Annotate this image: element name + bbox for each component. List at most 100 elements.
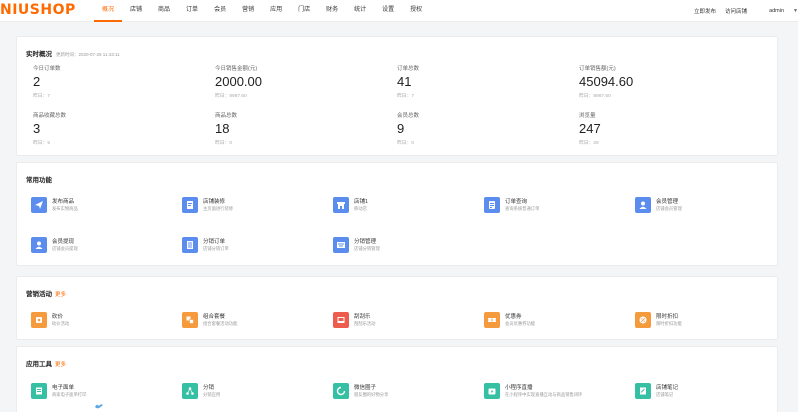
func-store-decorate[interactable]: 店铺装修 主页面进行装修 — [182, 196, 322, 216]
list-icon — [182, 237, 198, 253]
func-desc: 在小程序中实现直播互动与商品销售闭环 — [505, 392, 583, 397]
func-title: 订单查询 — [505, 199, 528, 205]
stat-label: 商品收藏总数 — [33, 113, 67, 119]
stat-goods-favorites: 商品收藏总数 3 昨日：5 — [33, 111, 183, 146]
func-wechat-circle[interactable]: 微信圈子 朋友圈的好物分享 — [333, 382, 473, 402]
func-title: 限时折扣 — [656, 314, 679, 320]
store-icon — [333, 197, 349, 213]
func-store-notes[interactable]: 店铺笔记 店铺笔记 — [635, 382, 775, 402]
nav-item-order[interactable]: 订单 — [178, 0, 206, 22]
send-icon — [31, 197, 47, 213]
func-title: 店铺装修 — [203, 199, 226, 205]
tools-card: 应用工具 更多 电子面单 商家电子面单打印 分销 分销应用 微信圈子 朋友圈的好物… — [16, 346, 778, 412]
func-desc: 主页面进行装修 — [203, 206, 234, 211]
stat-yesterday: 昨日：8987.60 — [579, 94, 611, 99]
func-title: 店铺1 — [354, 199, 369, 205]
func-distribution-order[interactable]: 分销订单 店铺分销订单 — [182, 236, 322, 256]
func-title: 会员管理 — [656, 199, 679, 205]
distribution-icon — [333, 237, 349, 253]
logo[interactable]: NIUSHOP — [0, 2, 76, 18]
order-icon — [484, 197, 500, 213]
func-title: 微信圈子 — [354, 385, 377, 391]
func-title: 会员提现 — [52, 239, 75, 245]
func-member-withdraw[interactable]: 会员提现 店铺会员提现 — [31, 236, 171, 256]
func-title: 分销 — [203, 385, 215, 391]
func-bargain[interactable]: 砍价 砍价活动 — [31, 311, 171, 331]
func-waybill[interactable]: 电子面单 商家电子面单打印 — [31, 382, 171, 402]
stat-value: 2000.00 — [215, 74, 262, 89]
nav-item-apps[interactable]: 应用 — [262, 0, 290, 22]
nav-item-goods[interactable]: 商品 — [150, 0, 178, 22]
nav-item-finance[interactable]: 财务 — [318, 0, 346, 22]
marketing-title-text: 营销活动 — [26, 291, 52, 298]
stat-yesterday: 昨日：7 — [397, 94, 415, 99]
update-time: 更新时间：2020-07-25 11:43:11 — [56, 52, 120, 57]
caret-down-icon: ▼ — [793, 8, 798, 14]
func-coupon[interactable]: 优惠券 会员优惠券功能 — [484, 311, 624, 331]
func-limited-discount[interactable]: 限时折扣 限时折扣功能 — [635, 311, 775, 331]
stat-value: 2 — [33, 74, 41, 89]
func-desc: 商家电子面单打印 — [52, 392, 87, 397]
coupon-icon — [484, 312, 500, 328]
stat-label: 今日销售金额(元) — [215, 66, 258, 72]
stat-yesterday: 昨日：29 — [579, 141, 599, 146]
stat-value: 45094.60 — [579, 74, 634, 89]
stat-value: 247 — [579, 121, 601, 136]
func-desc: 店铺会员管理 — [656, 206, 682, 211]
discount-icon — [635, 312, 651, 328]
realtime-card: 实时概况 更新时间：2020-07-25 11:43:11 今日订单数 2 昨日：… — [16, 36, 778, 156]
func-publish-goods[interactable]: 发布商品 发布实物商品 — [31, 196, 171, 216]
func-desc: 砍价活动 — [52, 321, 70, 326]
func-title: 电子面单 — [52, 385, 75, 391]
func-desc: 查询系统普通订单 — [505, 206, 540, 211]
stat-today-sales: 今日销售金额(元) 2000.00 昨日：8987.60 — [215, 64, 365, 99]
publish-link[interactable]: 立即发布 — [694, 7, 716, 15]
func-distribution-manage[interactable]: 分销管理 店铺分销管理 — [333, 236, 473, 256]
marketing-card: 营销活动 更多 砍价 砍价活动 组合套餐 组合套餐活动功能 刮刮乐 刮刮乐活动 优… — [16, 276, 778, 340]
func-desc: 分销应用 — [203, 392, 221, 397]
member-icon — [635, 197, 651, 213]
nav-item-marketing[interactable]: 营销 — [234, 0, 262, 22]
nav-item-settings[interactable]: 设置 — [374, 0, 402, 22]
common-functions-title: 常用功能 — [26, 177, 52, 184]
stat-value: 3 — [33, 121, 41, 136]
realtime-title: 实时概况 更新时间：2020-07-25 11:43:11 — [26, 48, 120, 58]
stat-label: 今日订单数 — [33, 66, 61, 72]
waybill-icon — [31, 383, 47, 399]
tools-more-link[interactable]: 更多 — [55, 362, 66, 368]
nav-item-stats[interactable]: 统计 — [346, 0, 374, 22]
func-member-manage[interactable]: 会员管理 店铺会员管理 — [635, 196, 775, 216]
func-desc: 店铺笔记 — [656, 392, 674, 397]
func-desc: 店铺分销管理 — [354, 246, 380, 251]
func-desc: 店铺分销订单 — [203, 246, 229, 251]
nav-item-license[interactable]: 授权 — [402, 0, 430, 22]
func-combo[interactable]: 组合套餐 组合套餐活动功能 — [182, 311, 322, 331]
stat-label: 会员总数 — [397, 113, 420, 119]
stat-value: 18 — [215, 121, 230, 136]
stat-yesterday: 昨日：0 — [397, 141, 415, 146]
top-right-links: 立即发布 访问店铺 admin ▼ — [685, 0, 798, 22]
nav-item-member[interactable]: 会员 — [206, 0, 234, 22]
func-store[interactable]: 店铺1 移动店 — [333, 196, 473, 216]
bargain-icon — [31, 312, 47, 328]
func-mini-live[interactable]: 小程序直播 在小程序中实现直播互动与商品销售闭环 — [484, 382, 624, 402]
func-scratch[interactable]: 刮刮乐 刮刮乐活动 — [333, 311, 473, 331]
func-title: 分销管理 — [354, 239, 377, 245]
stat-value: 41 — [397, 74, 412, 89]
func-order-query[interactable]: 订单查询 查询系统普通订单 — [484, 196, 624, 216]
func-desc: 会员优惠券功能 — [505, 321, 536, 326]
nav-item-overview[interactable]: 概况 — [94, 0, 123, 22]
scratch-icon — [333, 312, 349, 328]
marketing-more-link[interactable]: 更多 — [55, 292, 66, 298]
func-title: 发布商品 — [52, 199, 75, 205]
nav-item-shops[interactable]: 门店 — [290, 0, 318, 22]
stat-yesterday: 昨日：7 — [33, 94, 51, 99]
user-menu[interactable]: admin ▼ — [769, 8, 798, 14]
nav-item-store[interactable]: 店铺 — [122, 0, 150, 22]
stat-label: 商品总数 — [215, 113, 238, 119]
stat-label: 订单销售额(元) — [579, 66, 616, 72]
note-icon — [635, 383, 651, 399]
func-distribution[interactable]: 分销 分销应用 — [182, 382, 322, 402]
visit-store-link[interactable]: 访问店铺 — [725, 7, 747, 15]
stat-order-sales: 订单销售额(元) 45094.60 昨日：8987.60 — [579, 64, 729, 99]
